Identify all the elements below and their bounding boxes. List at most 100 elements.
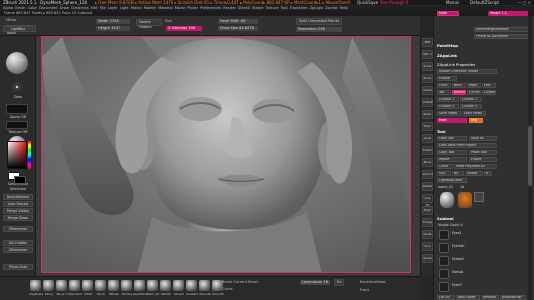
- nav-button-12[interactable]: Rotate: [422, 182, 433, 191]
- alpha-thumbnail[interactable]: [6, 104, 28, 114]
- nav-button-18[interactable]: Xpose: [422, 254, 433, 263]
- custom-3[interactable]: Custom 3: [437, 104, 459, 109]
- nav-button-4[interactable]: Actual: [422, 86, 433, 95]
- nav-button-9[interactable]: Frame: [422, 146, 433, 155]
- side-front[interactable]: Front: [437, 83, 451, 88]
- img-button[interactable]: Img: [469, 118, 483, 123]
- nav-button-17[interactable]: Solo: [422, 242, 433, 251]
- subtool-thumb-5[interactable]: [439, 282, 449, 292]
- shelf-button-del-hidden[interactable]: Del Hidden: [3, 240, 33, 246]
- brush-thumbnail-2[interactable]: [56, 280, 67, 291]
- nav-button-13[interactable]: Line Fill: [422, 194, 433, 207]
- menus-toggle[interactable]: Menus: [446, 0, 459, 5]
- default-zscript-button[interactable]: DefaultZScript: [470, 0, 499, 5]
- focal-shift-slider[interactable]: Focal Shift -65: [218, 19, 258, 24]
- save-as-button[interactable]: Save As: [469, 136, 497, 141]
- nav-button-11[interactable]: Zoom3D: [422, 170, 435, 179]
- side-back[interactable]: Back: [452, 83, 466, 88]
- see-through-slider[interactable]: See-through 0: [380, 0, 408, 5]
- save-views-button[interactable]: Save Views: [437, 111, 461, 116]
- window-controls[interactable]: — □ ×: [517, 0, 531, 5]
- brush-thumbnail-13[interactable]: [199, 280, 210, 291]
- import-button[interactable]: Import: [437, 157, 467, 162]
- lightbox-button[interactable]: LightBox: [3, 26, 33, 32]
- fade-slider[interactable]: Fade: [437, 118, 467, 123]
- quicksave-button[interactable]: QuickSave: [357, 0, 378, 5]
- subtool-heading[interactable]: Subtool: [437, 216, 532, 221]
- standard-brush-thumbnail[interactable]: [6, 52, 28, 74]
- rename-button[interactable]: Rename: [481, 295, 499, 300]
- shelf-button-merge-visible[interactable]: Merge Visible: [3, 208, 33, 214]
- shelf-button-basic-material[interactable]: BasicMaterial: [3, 194, 33, 200]
- enable-button[interactable]: Enable: [437, 76, 457, 81]
- backface-mask-label[interactable]: BackfaceMask: [360, 280, 386, 285]
- z-intensity-slider[interactable]: Z Intensity 100: [166, 26, 202, 31]
- front-label[interactable]: Front: [360, 288, 369, 293]
- alternate-label[interactable]: Alternate: [3, 187, 33, 191]
- export-button[interactable]: Export: [469, 157, 497, 162]
- nav-button-10[interactable]: Move: [422, 158, 433, 167]
- custom-2[interactable]: Custom 2: [460, 97, 482, 102]
- brush-thumbnail-12[interactable]: [186, 280, 197, 291]
- subtool-name-5[interactable]: Eyes3: [452, 283, 462, 287]
- tool-thumbnail-multi[interactable]: [458, 192, 472, 208]
- clone-button[interactable]: Clone: [437, 164, 453, 169]
- brush-thumbnail-9[interactable]: [147, 280, 158, 291]
- lightbox-tools-button[interactable]: Lightbox▸Tools: [437, 178, 467, 183]
- nav-button-6[interactable]: Persp: [422, 110, 433, 119]
- height-slider-right[interactable]: Height 1.2: [488, 11, 528, 16]
- custom-4[interactable]: Custom 4: [460, 104, 482, 109]
- mask-button[interactable]: Mask: [437, 11, 459, 16]
- tool-thumbnail-small[interactable]: [474, 192, 484, 202]
- subtool-thumb-3[interactable]: [439, 256, 449, 266]
- subtool-name-1[interactable]: Eyes1: [452, 231, 462, 235]
- nav-button-5[interactable]: AAHalf: [422, 98, 433, 107]
- brush-thumbnail-1[interactable]: [43, 280, 54, 291]
- shelf-button-merge-down[interactable]: Merge Down: [3, 215, 33, 221]
- auto-reorder-button[interactable]: AutoReorder: [500, 295, 526, 300]
- subtool-thumb-1[interactable]: [439, 230, 449, 240]
- load-views-button[interactable]: Load Views: [462, 111, 486, 116]
- side-right[interactable]: Right: [467, 83, 481, 88]
- brush-thumbnail-3[interactable]: [69, 280, 80, 291]
- nav-button-14[interactable]: PolyF: [422, 206, 433, 215]
- nav-button-3[interactable]: Zoom: [422, 74, 433, 83]
- subtool-thumb-4[interactable]: [439, 269, 449, 279]
- all-button[interactable]: All: [452, 171, 464, 176]
- nav-button-2[interactable]: Scroll: [422, 62, 433, 71]
- brush-thumbnail-11[interactable]: [173, 280, 184, 291]
- tool-heading[interactable]: Tool: [437, 129, 532, 134]
- visible-button[interactable]: Visible: [465, 171, 483, 176]
- nav-button-7[interactable]: Floor: [422, 122, 433, 131]
- new-folder-button[interactable]: New Folder: [456, 295, 480, 300]
- brush-thumbnail-8[interactable]: [134, 280, 145, 291]
- brush-thumbnail-10[interactable]: [160, 280, 171, 291]
- lazymouse-slider[interactable]: Lazymouse 16: [300, 280, 330, 285]
- zapplink-properties-heading[interactable]: ZAppLink Properties: [437, 62, 532, 67]
- height-slider[interactable]: Height 1547: [96, 26, 130, 31]
- resolution-slider[interactable]: Resolution 256: [296, 27, 342, 32]
- side-top[interactable]: Top: [437, 90, 451, 95]
- load-tool-button[interactable]: Load Tool: [437, 136, 467, 141]
- nav-button-8[interactable]: Local: [422, 134, 433, 143]
- width-slider[interactable]: Width 2756: [96, 19, 130, 24]
- subtool-thumb-2[interactable]: [439, 243, 449, 253]
- custom-1[interactable]: Custom 1: [437, 97, 459, 102]
- nav-button-0[interactable]: BPR: [422, 38, 433, 47]
- shader-channels[interactable]: Shader Channels: Shade: [437, 69, 497, 74]
- rx-button[interactable]: Rx: [334, 279, 344, 286]
- list-all-button[interactable]: List All: [437, 295, 455, 300]
- secondary-color-swatch[interactable]: [14, 176, 26, 184]
- color-picker[interactable]: [7, 141, 27, 169]
- shelf-button-auto-groups[interactable]: Auto Groups: [3, 201, 33, 207]
- load-tools-project-button[interactable]: Load Tools From Project: [437, 143, 497, 148]
- draw-size-slider[interactable]: Draw Size 64.8478: [218, 26, 258, 31]
- texture-thumbnail[interactable]: [6, 121, 28, 129]
- tool-thumbnail-head[interactable]: [440, 192, 454, 208]
- paint-stop-heading[interactable]: PaintStop: [437, 43, 532, 48]
- r-button[interactable]: R: [484, 171, 492, 176]
- subtool-name-4[interactable]: Earsub: [452, 270, 463, 274]
- paste-tool-button[interactable]: Paste Tool: [469, 150, 497, 155]
- document-canvas[interactable]: [41, 36, 411, 273]
- subtool-name-2[interactable]: Eyelash: [452, 244, 464, 248]
